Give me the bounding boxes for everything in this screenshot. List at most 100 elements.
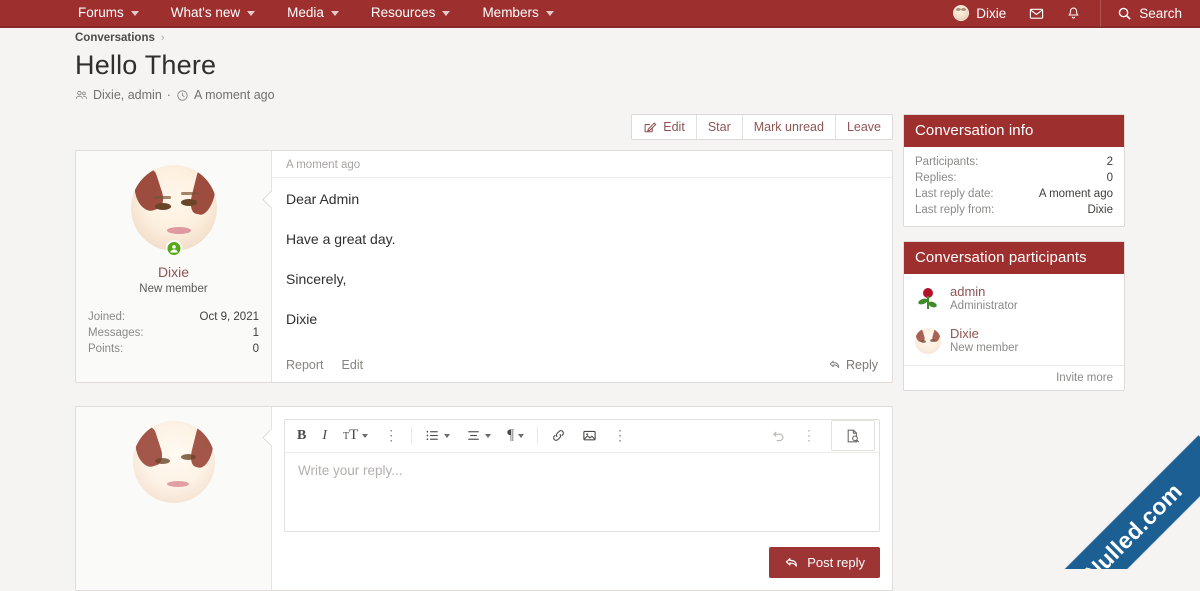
participant-text: admin Administrator bbox=[950, 284, 1018, 314]
author-name[interactable]: Dixie bbox=[88, 264, 259, 280]
nav-item-forums[interactable]: Forums bbox=[78, 0, 155, 27]
search-label: Search bbox=[1139, 5, 1182, 21]
online-status-icon bbox=[165, 240, 182, 257]
participants-list: admin Administrator Dixie New member bbox=[904, 274, 1124, 365]
toolbar-divider bbox=[411, 427, 413, 445]
chevron-down-icon bbox=[442, 10, 451, 16]
search-icon bbox=[1118, 7, 1131, 20]
chevron-down-icon bbox=[545, 10, 554, 16]
envelope-icon bbox=[1030, 8, 1044, 19]
info-value: 0 bbox=[1106, 172, 1113, 184]
subtitle-separator: · bbox=[166, 88, 171, 102]
alerts-button[interactable] bbox=[1055, 0, 1092, 27]
inbox-button[interactable] bbox=[1018, 0, 1055, 27]
participant-name[interactable]: admin bbox=[950, 284, 1018, 299]
message-footer: Report Edit Reply bbox=[272, 354, 892, 382]
stat-label: Messages: bbox=[88, 327, 144, 339]
star-button[interactable]: Star bbox=[696, 115, 743, 139]
nav-item-label: Members bbox=[482, 5, 539, 20]
message-block: Dixie New member Joined: Oct 9, 2021 Mes… bbox=[75, 150, 893, 383]
reply-author-card bbox=[76, 406, 272, 590]
paragraph-icon[interactable]: ¶ bbox=[499, 419, 532, 452]
nav-item-label: What's new bbox=[170, 5, 241, 20]
breadcrumb-item-conversations[interactable]: Conversations bbox=[75, 32, 155, 44]
nav-item-resources[interactable]: Resources bbox=[355, 0, 467, 27]
conversation-participants-panel: Conversation participants admin Administ… bbox=[903, 241, 1125, 391]
chevron-down-icon bbox=[130, 10, 139, 16]
message-content: Dear Admin Have a great day. Sincerely, … bbox=[272, 178, 892, 354]
nav-item-members[interactable]: Members bbox=[466, 0, 569, 27]
stat-value: 0 bbox=[252, 343, 259, 355]
message-timestamp[interactable]: A moment ago bbox=[272, 151, 892, 178]
info-label: Last reply from: bbox=[915, 204, 995, 216]
avatar bbox=[953, 5, 970, 21]
nav-item-media[interactable]: Media bbox=[271, 0, 355, 27]
subtitle-participants: Dixie, admin bbox=[93, 88, 162, 102]
edit-button[interactable]: Edit bbox=[632, 115, 697, 139]
image-icon[interactable] bbox=[574, 419, 605, 452]
info-row: Replies: 0 bbox=[915, 170, 1113, 186]
conversation-actions-bar: Edit Star Mark unread Leave bbox=[75, 114, 893, 140]
top-navigation-bar: Forums What's new Media Resources Member… bbox=[0, 0, 1200, 28]
font-size-icon[interactable]: TT bbox=[335, 419, 376, 452]
author-avatar-wrapper[interactable] bbox=[130, 165, 217, 257]
leave-button-label: Leave bbox=[846, 120, 881, 134]
align-icon[interactable] bbox=[458, 419, 499, 452]
nav-item-label: Forums bbox=[78, 5, 124, 20]
report-link[interactable]: Report bbox=[286, 358, 324, 372]
message-paragraph: Have a great day. bbox=[286, 230, 396, 247]
reply-arrow-icon bbox=[786, 557, 798, 567]
nav-primary-links: Forums What's new Media Resources Member… bbox=[0, 0, 570, 27]
invite-more-link[interactable]: Invite more bbox=[904, 365, 1124, 390]
participant-name[interactable]: Dixie bbox=[950, 326, 1018, 341]
account-name: Dixie bbox=[976, 5, 1007, 21]
reply-link[interactable]: Reply bbox=[828, 358, 878, 372]
list-item[interactable]: admin Administrator bbox=[904, 278, 1124, 320]
message-paragraph: Dixie bbox=[286, 310, 318, 327]
toolbar-divider bbox=[537, 427, 539, 445]
nav-item-label: Resources bbox=[370, 5, 436, 20]
participant-role: Administrator bbox=[950, 300, 1018, 312]
info-row: Last reply date: A moment ago bbox=[915, 186, 1113, 202]
avatar[interactable] bbox=[132, 420, 215, 503]
editor-toolbar: B I TT ⋮ ¶ ⋮ ⋮ bbox=[285, 420, 879, 453]
info-value: 2 bbox=[1106, 156, 1113, 168]
more-inline-icon[interactable]: ⋮ bbox=[376, 419, 406, 452]
post-reply-button[interactable]: Post reply bbox=[769, 546, 880, 578]
info-label: Participants: bbox=[915, 156, 979, 168]
users-icon bbox=[75, 89, 88, 102]
leave-button[interactable]: Leave bbox=[835, 115, 892, 139]
author-title: New member bbox=[139, 283, 208, 295]
stat-value: Oct 9, 2021 bbox=[199, 311, 259, 323]
mark-unread-button[interactable]: Mark unread bbox=[742, 115, 836, 139]
edit-button-label: Edit bbox=[663, 120, 685, 134]
post-reply-label: Post reply bbox=[807, 554, 865, 570]
undo-icon[interactable] bbox=[763, 419, 794, 452]
page-container: Conversations › Hello There Dixie, admin… bbox=[0, 28, 1200, 591]
reply-textarea[interactable]: Write your reply... bbox=[285, 453, 879, 531]
message-author-card: Dixie New member Joined: Oct 9, 2021 Mes… bbox=[76, 151, 272, 382]
preview-button[interactable] bbox=[831, 420, 875, 452]
face-avatar bbox=[915, 328, 941, 354]
more-options-icon[interactable]: ⋮ bbox=[794, 419, 824, 452]
list-icon[interactable] bbox=[417, 419, 458, 452]
italic-icon[interactable]: I bbox=[314, 419, 335, 452]
watermark-text: LoveNulled.com bbox=[1050, 477, 1187, 569]
subtitle-time: A moment ago bbox=[193, 88, 275, 102]
stat-label: Joined: bbox=[88, 311, 126, 323]
bold-icon[interactable]: B bbox=[289, 419, 314, 452]
watermark-banner: LoveNulled.com bbox=[1050, 435, 1200, 569]
participant-role: New member bbox=[950, 342, 1019, 354]
info-row: Last reply from: Dixie bbox=[915, 202, 1113, 218]
edit-link[interactable]: Edit bbox=[342, 358, 364, 372]
search-button[interactable]: Search bbox=[1100, 0, 1200, 27]
link-icon[interactable] bbox=[543, 419, 574, 452]
info-value: A moment ago bbox=[1038, 188, 1113, 200]
nav-item-whats-new[interactable]: What's new bbox=[155, 0, 271, 27]
preview-icon bbox=[847, 429, 860, 443]
nav-item-label: Media bbox=[287, 5, 324, 20]
account-menu-button[interactable]: Dixie bbox=[941, 5, 1018, 21]
info-label: Last reply date: bbox=[915, 188, 994, 200]
list-item[interactable]: Dixie New member bbox=[904, 320, 1124, 362]
more-insert-icon[interactable]: ⋮ bbox=[605, 419, 635, 452]
